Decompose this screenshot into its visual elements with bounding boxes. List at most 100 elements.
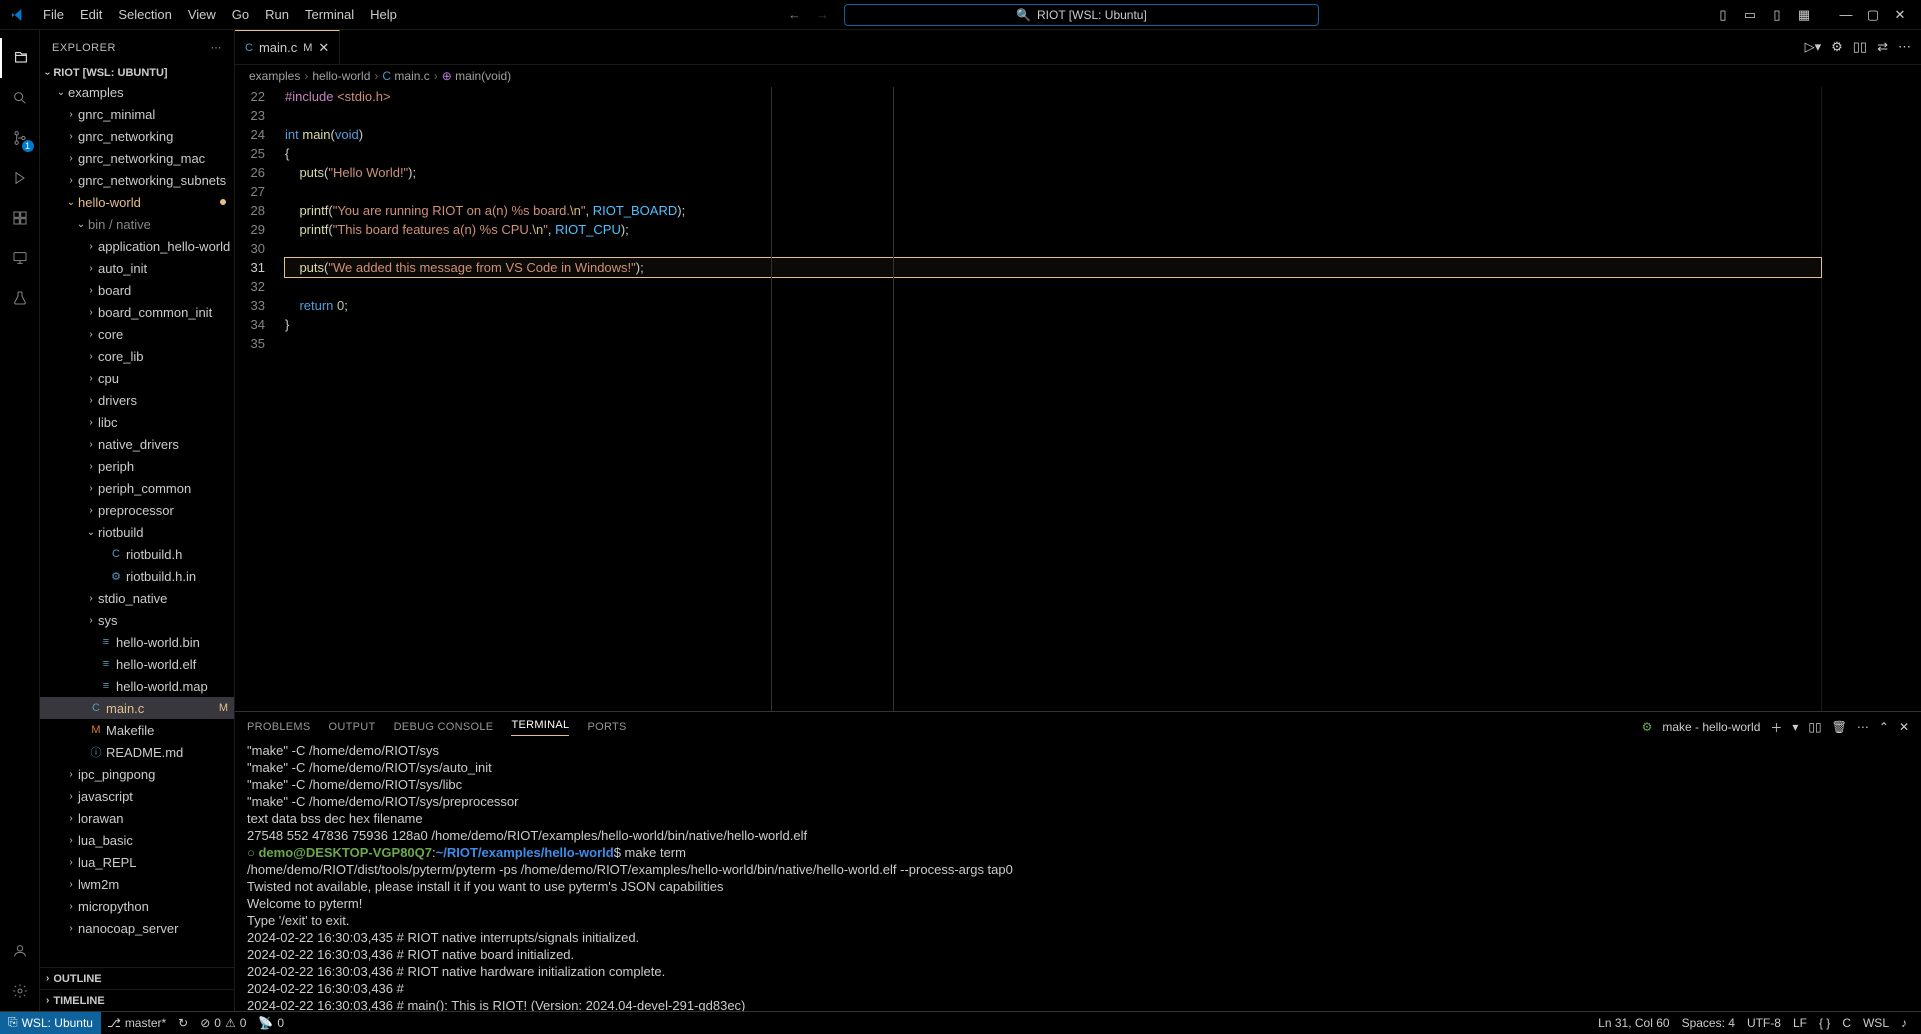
extensions-activity-icon[interactable] xyxy=(0,198,40,238)
run-dropdown-icon[interactable]: ▷▾ xyxy=(1805,39,1822,55)
toggle-primary-sidebar-icon[interactable]: ▯ xyxy=(1712,4,1734,26)
explorer-actions-icon[interactable]: ⋯ xyxy=(211,41,223,54)
eol[interactable]: LF xyxy=(1787,1016,1813,1030)
tree-folder[interactable]: ›lua_basic xyxy=(40,829,234,851)
toggle-panel-icon[interactable]: ▭ xyxy=(1739,4,1761,26)
debug-config-icon[interactable]: ⚙ xyxy=(1831,39,1843,55)
explorer-activity-icon[interactable] xyxy=(0,38,40,78)
settings-activity-icon[interactable] xyxy=(0,971,40,1011)
terminal-output[interactable]: "make" -C /home/demo/RIOT/sys"make" -C /… xyxy=(235,742,1921,1011)
tree-file[interactable]: ⓘREADME.md xyxy=(40,741,234,763)
tree-file[interactable]: ≡hello-world.map xyxy=(40,675,234,697)
tree-folder[interactable]: ›lwm2m xyxy=(40,873,234,895)
split-terminal-icon[interactable]: ▯▯ xyxy=(1808,720,1821,734)
timeline-section[interactable]: › TIMELINE xyxy=(40,989,234,1011)
tree-folder[interactable]: ›drivers xyxy=(40,389,234,411)
code-editor[interactable]: 2223242526272829303132333435 #include <s… xyxy=(235,87,1921,711)
tree-folder[interactable]: ⌄hello-world xyxy=(40,191,234,213)
panel-tab-problems[interactable]: PROBLEMS xyxy=(247,721,311,733)
ports-indicator[interactable]: 📡0 xyxy=(252,1016,290,1030)
more-actions-icon[interactable]: ⋯ xyxy=(1898,39,1911,55)
cursor-position[interactable]: Ln 31, Col 60 xyxy=(1592,1016,1675,1030)
tree-folder[interactable]: ›preprocessor xyxy=(40,499,234,521)
tree-file[interactable]: Criotbuild.h xyxy=(40,543,234,565)
menu-terminal[interactable]: Terminal xyxy=(297,0,362,30)
code-content[interactable]: #include <stdio.h>int main(void){ puts("… xyxy=(285,87,1821,711)
tree-file[interactable]: MMakefile xyxy=(40,719,234,741)
breadcrumb-item[interactable]: C main.c xyxy=(382,69,429,83)
diff-icon[interactable]: ⇄ xyxy=(1877,39,1888,55)
tree-folder[interactable]: ›lorawan xyxy=(40,807,234,829)
nav-forward-icon[interactable]: → xyxy=(816,7,829,22)
tree-folder[interactable]: ›sys xyxy=(40,609,234,631)
terminal-dropdown-icon[interactable]: ▾ xyxy=(1792,720,1798,734)
breadcrumb-item[interactable]: examples xyxy=(249,69,300,83)
tree-folder[interactable]: ⌄bin / native xyxy=(40,213,234,235)
tree-folder[interactable]: ›gnrc_networking_subnets xyxy=(40,169,234,191)
panel-tab-ports[interactable]: PORTS xyxy=(587,721,626,733)
accounts-activity-icon[interactable] xyxy=(0,931,40,971)
testing-activity-icon[interactable] xyxy=(0,278,40,318)
wsl-label[interactable]: WSL xyxy=(1857,1016,1895,1030)
scm-activity-icon[interactable]: 1 xyxy=(0,118,40,158)
nav-back-icon[interactable]: ← xyxy=(788,7,801,22)
tree-folder[interactable]: ›periph_common xyxy=(40,477,234,499)
more-terminal-actions-icon[interactable]: ⋯ xyxy=(1857,720,1869,734)
tree-file[interactable]: ⚙riotbuild.h.in xyxy=(40,565,234,587)
tree-folder[interactable]: ›ipc_pingpong xyxy=(40,763,234,785)
remote-indicator[interactable]: ⎘ WSL: Ubuntu xyxy=(0,1012,101,1034)
outline-section[interactable]: › OUTLINE xyxy=(40,967,234,989)
tree-folder[interactable]: ›board xyxy=(40,279,234,301)
breadcrumb-item[interactable]: ⊕ main(void) xyxy=(442,69,511,83)
breadcrumb[interactable]: examples›hello-world›C main.c›⊕ main(voi… xyxy=(235,65,1921,87)
menu-view[interactable]: View xyxy=(180,0,224,30)
editor-tab-main-c[interactable]: C main.c M ✕ xyxy=(235,30,340,64)
tree-folder[interactable]: ›libc xyxy=(40,411,234,433)
menu-selection[interactable]: Selection xyxy=(110,0,179,30)
notifications-icon[interactable]: ♪ xyxy=(1895,1016,1913,1030)
sync-indicator[interactable]: ↻ xyxy=(172,1016,194,1030)
tree-folder[interactable]: ›native_drivers xyxy=(40,433,234,455)
tree-folder[interactable]: ›auto_init xyxy=(40,257,234,279)
tree-folder[interactable]: ›gnrc_minimal xyxy=(40,103,234,125)
problems-indicator[interactable]: ⊘0 ⚠0 xyxy=(194,1016,252,1030)
tree-folder[interactable]: ›stdio_native xyxy=(40,587,234,609)
tree-file[interactable]: ≡hello-world.elf xyxy=(40,653,234,675)
maximize-icon[interactable]: ▢ xyxy=(1862,4,1884,26)
minimize-icon[interactable]: — xyxy=(1835,4,1857,26)
minimap[interactable] xyxy=(1821,87,1921,711)
tree-file[interactable]: ≡hello-world.bin xyxy=(40,631,234,653)
tree-folder[interactable]: ›periph xyxy=(40,455,234,477)
tree-folder[interactable]: ›board_common_init xyxy=(40,301,234,323)
close-icon[interactable]: ✕ xyxy=(1889,4,1911,26)
tree-folder[interactable]: ›lua_REPL xyxy=(40,851,234,873)
tree-folder[interactable]: ⌄examples xyxy=(40,81,234,103)
close-panel-icon[interactable]: ✕ xyxy=(1899,720,1909,734)
menu-file[interactable]: File xyxy=(35,0,72,30)
language-mode[interactable]: C xyxy=(1836,1016,1857,1030)
tree-folder[interactable]: ›cpu xyxy=(40,367,234,389)
explorer-project-section[interactable]: › RIOT [WSL: UBUNTU] xyxy=(40,65,234,81)
panel-tab-output[interactable]: OUTPUT xyxy=(329,721,376,733)
encoding[interactable]: UTF-8 xyxy=(1741,1016,1787,1030)
remote-explorer-activity-icon[interactable] xyxy=(0,238,40,278)
tree-folder[interactable]: ›core_lib xyxy=(40,345,234,367)
menu-run[interactable]: Run xyxy=(257,0,297,30)
branch-indicator[interactable]: ⎇ master* xyxy=(101,1016,172,1030)
breadcrumb-item[interactable]: hello-world xyxy=(312,69,370,83)
file-tree[interactable]: ⌄examples›gnrc_minimal›gnrc_networking›g… xyxy=(40,81,234,967)
indentation[interactable]: Spaces: 4 xyxy=(1676,1016,1741,1030)
tree-folder[interactable]: ⌄riotbuild xyxy=(40,521,234,543)
new-terminal-icon[interactable]: ＋ xyxy=(1770,719,1782,736)
panel-tab-debug-console[interactable]: DEBUG CONSOLE xyxy=(394,721,494,733)
maximize-panel-icon[interactable]: ⌃ xyxy=(1879,720,1889,734)
split-editor-icon[interactable]: ▯▯ xyxy=(1853,39,1867,55)
lang-brackets[interactable]: { } xyxy=(1813,1016,1836,1030)
toggle-secondary-sidebar-icon[interactable]: ▯ xyxy=(1766,4,1788,26)
run-debug-activity-icon[interactable] xyxy=(0,158,40,198)
tree-folder[interactable]: ›micropython xyxy=(40,895,234,917)
tree-folder[interactable]: ›core xyxy=(40,323,234,345)
panel-tab-terminal[interactable]: TERMINAL xyxy=(511,719,569,736)
tree-folder[interactable]: ›gnrc_networking xyxy=(40,125,234,147)
tree-folder[interactable]: ›gnrc_networking_mac xyxy=(40,147,234,169)
